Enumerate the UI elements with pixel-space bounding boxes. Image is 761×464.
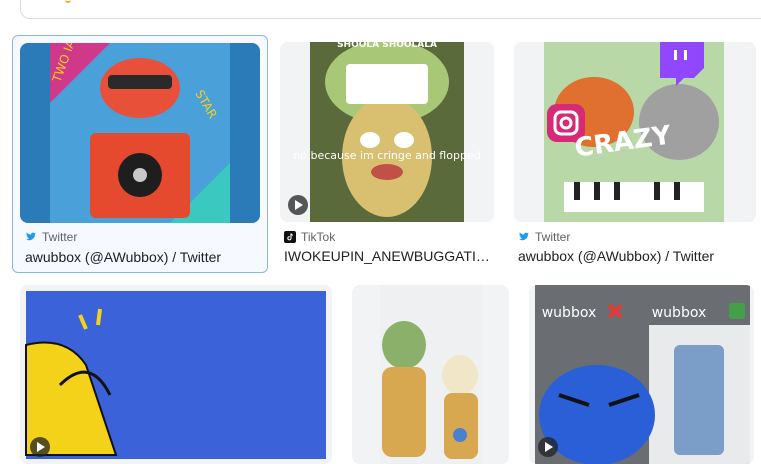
result-thumbnail-4[interactable]	[20, 285, 332, 464]
twitter-icon	[519, 232, 529, 241]
result-card-4[interactable]	[20, 285, 332, 464]
result-source-label-2: TikTok	[301, 230, 336, 244]
twitter-icon	[26, 232, 36, 241]
result-title-3[interactable]: awubbox (@AWubbox) / Twitter	[518, 247, 754, 265]
search-bar-icon	[65, 0, 71, 3]
result-source-label-1: Twitter	[42, 230, 78, 244]
result-thumbnail-2[interactable]: SHOOLA SHOOLALA no because im cringe and…	[280, 42, 494, 222]
result-thumbnail-3[interactable]: CRAZY	[514, 42, 756, 222]
result-card-5[interactable]	[352, 285, 509, 464]
video-play-icon	[30, 437, 50, 457]
thumb-overlay-caption: no because im cringe and flopped	[293, 149, 480, 162]
result-card-2[interactable]: SHOOLA SHOOLALA no because im cringe and…	[280, 42, 494, 270]
result-card-1[interactable]: TWO IA STAR Twitter awubbox (@AWubbox) /…	[12, 35, 268, 273]
result-title-2[interactable]: IWOKEUPIN_ANEWBUGGATI(clean)...	[284, 247, 492, 265]
result-source-1[interactable]: Twitter	[25, 229, 77, 245]
result-thumbnail-6[interactable]: wubbox wubbox	[529, 285, 754, 464]
result-thumbnail-1[interactable]: TWO IA STAR	[20, 43, 260, 223]
result-thumbnail-5[interactable]	[352, 285, 509, 464]
thumb-overlay-text: wubbox	[542, 305, 597, 321]
tiktok-icon	[284, 231, 296, 243]
result-source-3[interactable]: Twitter	[518, 229, 570, 245]
thumb-overlay-text-2: wubbox	[652, 305, 707, 321]
result-source-2[interactable]: TikTok	[284, 229, 335, 245]
result-card-3[interactable]: CRAZY Twitter awubbox (@AWubbox) / Twitt…	[514, 42, 756, 270]
search-bar-edge[interactable]	[20, 0, 761, 19]
result-title-1[interactable]: awubbox (@AWubbox) / Twitter	[25, 248, 257, 266]
video-play-icon	[538, 437, 558, 457]
result-card-6[interactable]: wubbox wubbox	[529, 285, 754, 464]
thumb-overlay-text: SHOOLA SHOOLALA	[337, 42, 437, 50]
video-play-icon	[288, 195, 308, 215]
result-source-label-3: Twitter	[535, 230, 571, 244]
